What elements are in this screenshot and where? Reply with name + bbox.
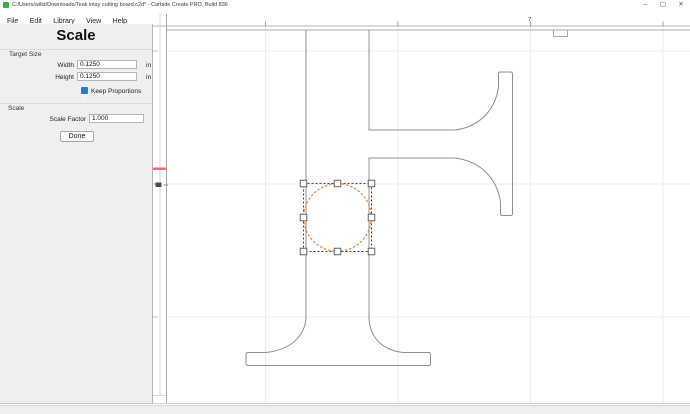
stock-notch [554,30,568,37]
done-button[interactable]: Done [60,131,94,142]
width-unit: in [146,62,151,69]
ruler-left-edge [153,14,167,396]
keep-proportions-checkbox[interactable]: ✓ [81,87,88,94]
separator [0,49,152,50]
app-logo-icon [3,2,9,8]
keep-proportions-label: Keep Proportions [91,88,141,95]
design-canvas[interactable]: 7 [153,14,690,405]
handle-top-left[interactable] [300,180,307,187]
title-bar: C:/Users/willd/Downloads/Teak inlay cutt… [0,0,690,10]
panel-title: Scale [0,27,152,44]
checkmark-icon: ✓ [82,96,87,102]
status-bar [0,405,690,414]
handle-bottom-center[interactable] [334,248,341,255]
application-window: C:/Users/willd/Downloads/Teak inlay cutt… [0,0,690,414]
handle-top-right[interactable] [368,180,375,187]
separator [0,103,152,104]
handle-bottom-left[interactable] [300,248,307,255]
grid-lines [166,26,690,404]
handle-middle-left[interactable] [300,214,307,221]
width-label: Width [34,62,74,69]
origin-marker-dash [164,184,169,186]
stock-boundary [167,14,690,404]
selection-handles [300,180,375,255]
scale-panel: Scale Target Size Width in Height in ✓ K… [0,24,153,404]
minimize-button[interactable]: – [638,0,652,10]
target-size-section-label: Target Size [9,51,42,58]
width-input[interactable] [77,60,137,69]
handle-top-center[interactable] [334,180,341,187]
height-input[interactable] [77,72,137,81]
origin-marker-icon [156,183,162,188]
height-label: Height [34,74,74,81]
ruler-ticks-top [266,22,664,27]
ruler-number: 7 [528,18,532,24]
handle-bottom-right[interactable] [368,248,375,255]
handle-middle-right[interactable] [368,214,375,221]
ruler-red-marker [153,168,167,171]
scale-section-label: Scale [8,105,24,112]
window-title: C:/Users/willd/Downloads/Teak inlay cutt… [12,2,228,8]
scale-factor-input[interactable] [89,114,144,123]
close-button[interactable]: ✕ [674,0,688,10]
maximize-button[interactable]: ▢ [656,0,670,10]
selected-circle-shape[interactable] [304,184,372,252]
scale-factor-label: Scale Factor [36,116,86,123]
height-unit: in [146,74,151,81]
letter-outline-path[interactable] [246,30,513,366]
